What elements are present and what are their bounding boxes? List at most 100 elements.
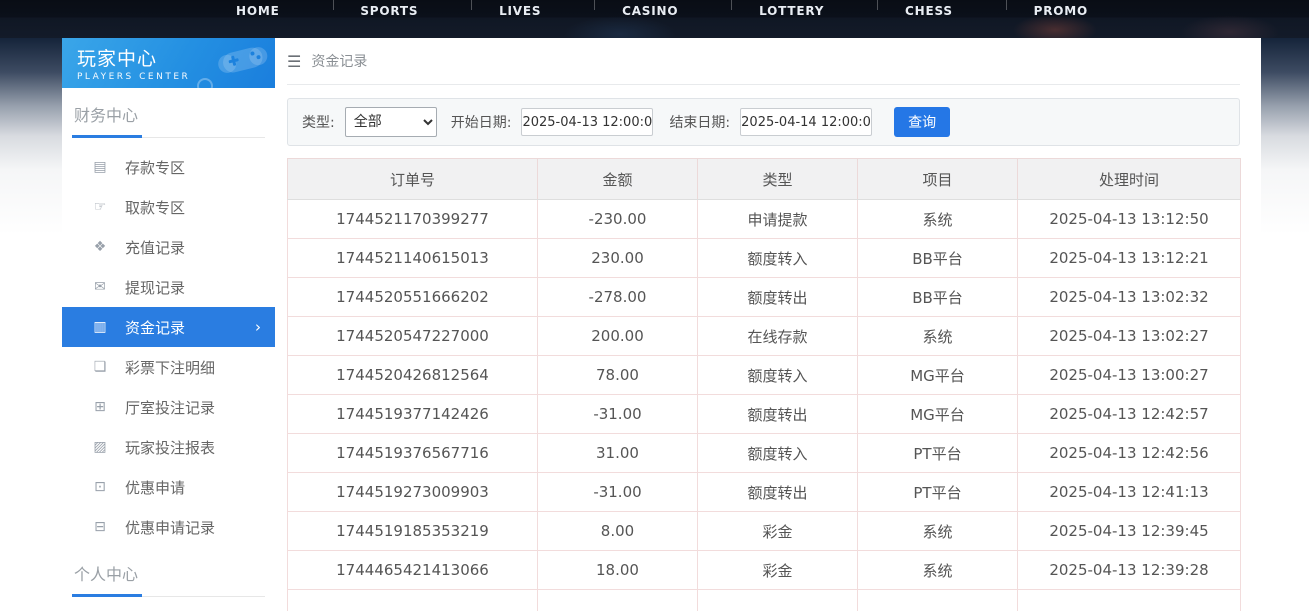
funds-record-table: 订单号金额类型项目处理时间 1744521170399277 -230.00 申… — [287, 158, 1241, 611]
table-row: 1744519185353219 8.00 彩金 系统 2025-04-13 1… — [288, 512, 1241, 551]
table-body: 1744521170399277 -230.00 申请提款 系统 2025-04… — [288, 200, 1241, 590]
sidebar: 玩家中心 PLAYERS CENTER 财务中心 — [62, 38, 275, 611]
start-date-input[interactable] — [521, 108, 653, 136]
cell-amount: 31.00 — [538, 434, 698, 473]
start-date-label: 开始日期: — [451, 112, 512, 132]
player-bet-report-icon: ▨ — [90, 439, 110, 455]
main-content: ☰ 资金记录 类型: 全部 开始日期: 结束日期: 查询 订单号金额类型项目处理… — [275, 38, 1261, 611]
cell-order-no: 1744520551666202 — [288, 278, 538, 317]
menu-item-label: 玩家投注报表 — [125, 437, 215, 458]
menu-item-label: 彩票下注明细 — [125, 357, 215, 378]
table-row: 1744520551666202 -278.00 额度转出 BB平台 2025-… — [288, 278, 1241, 317]
cell-process-time: 2025-04-13 13:00:27 — [1018, 356, 1241, 395]
promo-apply-icon: ⊡ — [90, 479, 110, 495]
cell-project: 系统 — [858, 200, 1018, 239]
personal-section: 个人中心 — [62, 547, 275, 597]
cell-order-no: 1744519377142426 — [288, 395, 538, 434]
table-row: 1744519376567716 31.00 额度转入 PT平台 2025-04… — [288, 434, 1241, 473]
cell-process-time: 2025-04-13 13:02:27 — [1018, 317, 1241, 356]
table-row: 1744521170399277 -230.00 申请提款 系统 2025-04… — [288, 200, 1241, 239]
nav-item[interactable]: HOME — [200, 0, 316, 19]
cell-amount: 200.00 — [538, 317, 698, 356]
sidebar-menu-item[interactable]: ⊟ 优惠申请记录 — [62, 507, 275, 547]
cell-order-no: 1744520547227000 — [288, 317, 538, 356]
menu-item-label: 厅室投注记录 — [125, 397, 215, 418]
nav-item[interactable]: SPORTS — [324, 0, 454, 19]
withdrawal-record-icon: ✉ — [90, 279, 110, 295]
menu-item-label: 优惠申请 — [125, 477, 185, 498]
cell-process-time: 2025-04-13 12:42:56 — [1018, 434, 1241, 473]
type-select[interactable]: 全部 — [345, 107, 437, 137]
column-header: 金额 — [538, 159, 698, 200]
sidebar-menu-item[interactable]: ▤ 存款专区 — [62, 147, 275, 187]
funds-record-icon: ▥ — [90, 319, 110, 335]
menu-item-label: 提现记录 — [125, 277, 185, 298]
cell-project: BB平台 — [858, 278, 1018, 317]
nav-item[interactable]: PROMO — [998, 0, 1124, 19]
personal-section-title: 个人中心 — [72, 561, 265, 585]
hamburger-menu-icon[interactable]: ☰ — [287, 52, 301, 71]
nav-item-label: PROMO — [1034, 4, 1088, 18]
nav-item-label: CHESS — [905, 4, 953, 18]
promo-apply-record-icon: ⊟ — [90, 519, 110, 535]
cell-project: 系统 — [858, 551, 1018, 590]
deposit-card-icon: ▤ — [90, 159, 110, 175]
cell-project: 系统 — [858, 317, 1018, 356]
cell-order-no: 1744521140615013 — [288, 239, 538, 278]
cell-amount: -278.00 — [538, 278, 698, 317]
cell-order-no: 1744465421413066 — [288, 551, 538, 590]
nav-item[interactable]: LOTTERY — [723, 0, 860, 19]
cell-order-no: 1744519273009903 — [288, 473, 538, 512]
menu-item-label: 取款专区 — [125, 197, 185, 218]
sidebar-menu-item[interactable]: ▨ 玩家投注报表 — [62, 427, 275, 467]
menu-item-label: 优惠申请记录 — [125, 517, 215, 538]
section-underline — [72, 135, 265, 138]
cell-amount: -31.00 — [538, 473, 698, 512]
cell-type: 彩金 — [698, 512, 858, 551]
cell-amount: 18.00 — [538, 551, 698, 590]
nav-item[interactable]: LIVES — [463, 0, 577, 19]
cell-amount: -31.00 — [538, 395, 698, 434]
nav-item[interactable]: CASINO — [586, 0, 714, 19]
nav-item[interactable]: CHESS — [869, 0, 989, 19]
cell-process-time: 2025-04-13 12:41:13 — [1018, 473, 1241, 512]
search-button[interactable]: 查询 — [894, 107, 950, 137]
sidebar-menu-item[interactable]: ♟ 消息公告 — [62, 606, 275, 611]
sidebar-menu-item[interactable]: ▥ 资金记录 › — [62, 307, 275, 347]
cell-order-no: 1744520426812564 — [288, 356, 538, 395]
menu-item-label: 资金记录 — [125, 317, 185, 338]
sidebar-menu-item[interactable]: ✉ 提现记录 — [62, 267, 275, 307]
table-row: 1744519377142426 -31.00 额度转出 MG平台 2025-0… — [288, 395, 1241, 434]
chevron-right-icon: › — [255, 318, 261, 336]
cell-project: PT平台 — [858, 434, 1018, 473]
sidebar-menu-item[interactable]: ⊡ 优惠申请 — [62, 467, 275, 507]
section-underline — [72, 594, 265, 597]
finance-menu: ▤ 存款专区 ☞ 取款专区 ❖ 充值记录 ✉ 提现记录 ▥ 资金记录 › ❏ — [62, 147, 275, 547]
menu-item-label: 存款专区 — [125, 157, 185, 178]
cell-project: 系统 — [858, 512, 1018, 551]
cell-process-time: 2025-04-13 13:02:32 — [1018, 278, 1241, 317]
nav-item-label: LIVES — [499, 4, 541, 18]
nav-item-label: CASINO — [622, 4, 678, 18]
cell-order-no: 1744519376567716 — [288, 434, 538, 473]
cell-type: 额度转入 — [698, 356, 858, 395]
sidebar-menu-item[interactable]: ☞ 取款专区 — [62, 187, 275, 227]
column-header: 项目 — [858, 159, 1018, 200]
end-date-input[interactable] — [740, 108, 872, 136]
cell-type: 额度转出 — [698, 278, 858, 317]
table-row: 1744520547227000 200.00 在线存款 系统 2025-04-… — [288, 317, 1241, 356]
cell-process-time: 2025-04-13 12:39:28 — [1018, 551, 1241, 590]
sidebar-menu-item[interactable]: ⊞ 厅室投注记录 — [62, 387, 275, 427]
cell-process-time: 2025-04-13 12:39:45 — [1018, 512, 1241, 551]
sidebar-menu-item[interactable]: ❏ 彩票下注明细 — [62, 347, 275, 387]
type-label: 类型: — [302, 112, 335, 132]
cell-type: 在线存款 — [698, 317, 858, 356]
table-row: 1744520426812564 78.00 额度转入 MG平台 2025-04… — [288, 356, 1241, 395]
page-title: 资金记录 — [311, 51, 367, 71]
table-header-row: 订单号金额类型项目处理时间 — [288, 159, 1241, 200]
content-wrapper: 玩家中心 PLAYERS CENTER 财务中心 — [62, 38, 1261, 611]
sidebar-menu-item[interactable]: ❖ 充值记录 — [62, 227, 275, 267]
cell-type: 额度转出 — [698, 473, 858, 512]
cell-type: 额度转入 — [698, 434, 858, 473]
cell-amount: 8.00 — [538, 512, 698, 551]
